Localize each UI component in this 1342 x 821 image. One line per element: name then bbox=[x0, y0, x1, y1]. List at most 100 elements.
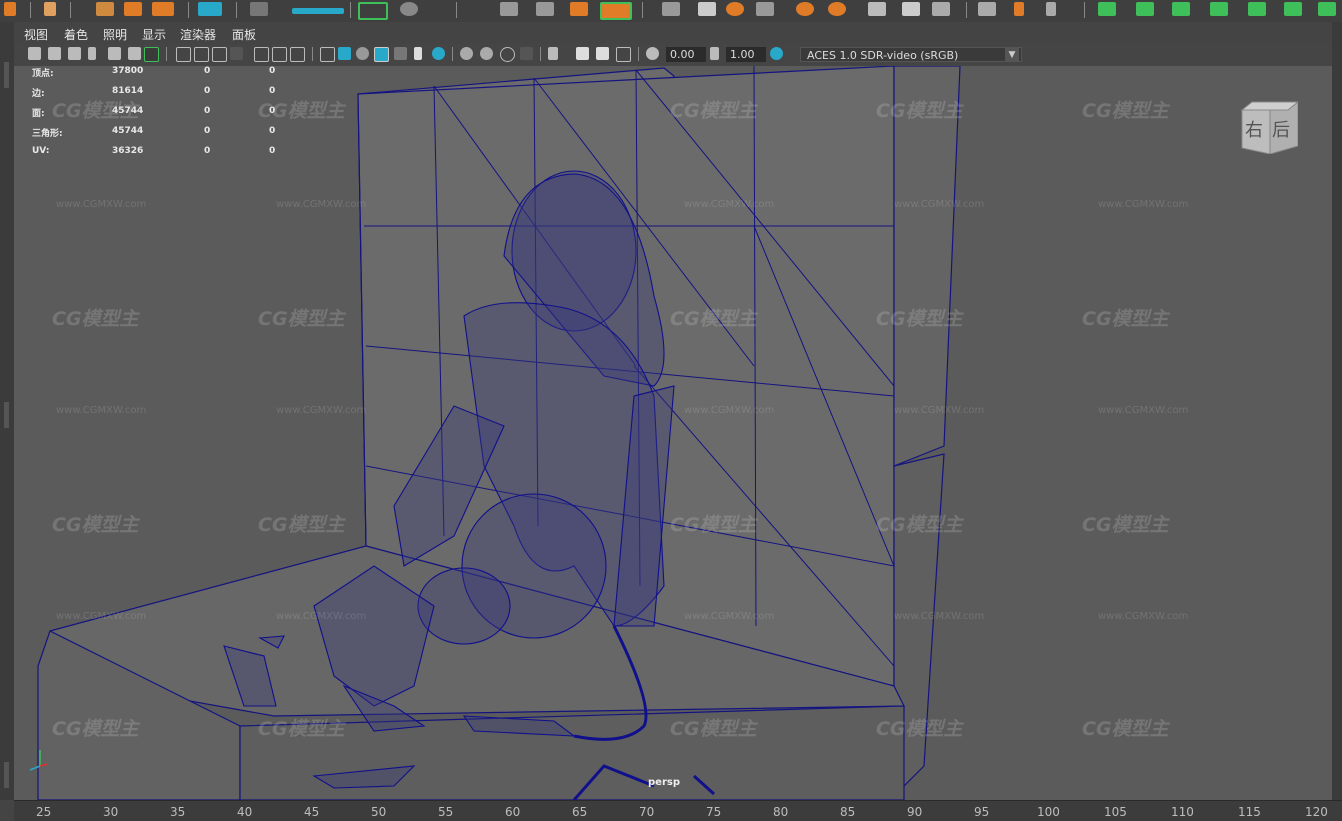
strip-handle[interactable] bbox=[4, 62, 9, 88]
resolution-gate-icon[interactable] bbox=[212, 47, 227, 62]
right-scroll-strip[interactable] bbox=[1332, 22, 1342, 800]
shelf-tool-icon[interactable] bbox=[1284, 2, 1302, 16]
separator bbox=[452, 47, 453, 61]
wireframe-icon[interactable] bbox=[320, 47, 335, 62]
exposure-icon[interactable] bbox=[646, 47, 659, 60]
shelf-tool-icon[interactable] bbox=[124, 2, 142, 16]
image-plane-icon[interactable] bbox=[88, 47, 96, 60]
shelf-tool-icon[interactable] bbox=[902, 2, 920, 16]
shelf-tool-icon[interactable] bbox=[1136, 2, 1154, 16]
shelf-tool-icon[interactable] bbox=[796, 2, 814, 16]
view-cube-back-label[interactable]: 后 bbox=[1272, 116, 1290, 142]
watermark-logo: CG模型主 bbox=[670, 308, 757, 330]
shelf-tool-icon[interactable] bbox=[868, 2, 886, 16]
menu-lighting[interactable]: 照明 bbox=[103, 26, 127, 43]
exposure-field[interactable]: 0.00 bbox=[666, 47, 706, 62]
watermark-logo: CG模型主 bbox=[1082, 100, 1169, 122]
shelf-tool-icon[interactable] bbox=[726, 2, 744, 16]
strip-handle[interactable] bbox=[4, 762, 9, 788]
isolate-select-icon[interactable] bbox=[548, 47, 558, 60]
shelf-tool-icon[interactable] bbox=[1046, 2, 1056, 16]
anti-aliasing-icon[interactable] bbox=[500, 47, 515, 62]
grid-icon[interactable] bbox=[176, 47, 191, 62]
shelf-tool-icon[interactable] bbox=[536, 2, 554, 16]
use-all-lights-icon[interactable] bbox=[414, 47, 422, 60]
shelf-tool-icon[interactable] bbox=[44, 2, 56, 16]
shelf-tool-icon[interactable] bbox=[570, 2, 588, 16]
menu-show[interactable]: 显示 bbox=[142, 26, 166, 43]
shelf-tool-icon[interactable] bbox=[1172, 2, 1190, 16]
watermark-url: www.CGMXW.com bbox=[894, 199, 985, 210]
shelf-tool-icon[interactable] bbox=[1098, 2, 1116, 16]
safe-title-icon[interactable] bbox=[290, 47, 305, 62]
shelf-tool-icon[interactable] bbox=[662, 2, 680, 16]
gate-mask-icon[interactable] bbox=[230, 47, 243, 60]
hud-value: 0 bbox=[269, 66, 276, 76]
shelf-tool-icon[interactable] bbox=[96, 2, 114, 16]
view-cube-right-label[interactable]: 右 bbox=[1245, 116, 1263, 142]
watermark-logo: CG模型主 bbox=[876, 100, 963, 122]
perspective-viewport[interactable]: CG模型主 CG模型主 CG模型主 CG模型主 CG模型主 CG模型主 CG模型… bbox=[14, 66, 1332, 800]
view-cube[interactable]: 右 后 bbox=[1240, 100, 1300, 155]
shelf-tool-icon[interactable] bbox=[932, 2, 950, 16]
shelf-tool-icon[interactable] bbox=[828, 2, 846, 16]
frame-tick-label: 105 bbox=[1104, 805, 1127, 819]
textured-icon[interactable] bbox=[394, 47, 407, 60]
gamma-field[interactable]: 1.00 bbox=[726, 47, 766, 62]
shelf-tool-icon[interactable] bbox=[198, 2, 222, 16]
xray-icon[interactable] bbox=[576, 47, 589, 60]
watermark-url: www.CGMXW.com bbox=[1098, 199, 1189, 210]
shelf-tool-icon[interactable] bbox=[292, 8, 344, 14]
gamma-icon[interactable] bbox=[710, 47, 719, 60]
camera-name-label: persp bbox=[648, 777, 680, 788]
menu-view[interactable]: 视图 bbox=[24, 26, 48, 43]
shelf-tool-icon[interactable] bbox=[152, 2, 174, 16]
menu-panels[interactable]: 面板 bbox=[232, 26, 256, 43]
backface-culling-icon[interactable] bbox=[616, 47, 631, 62]
shelf-tool-icon[interactable] bbox=[756, 2, 774, 16]
shelf-tool-icon[interactable] bbox=[500, 2, 518, 16]
shelf-tool-icon[interactable] bbox=[358, 2, 388, 20]
hud-label: 边: bbox=[32, 89, 45, 99]
chevron-down-icon[interactable]: ▼ bbox=[1005, 48, 1019, 61]
wireframe-on-shaded-icon[interactable] bbox=[374, 47, 389, 62]
shelf-tool-icon[interactable] bbox=[600, 2, 632, 20]
hud-value: 0 bbox=[269, 126, 276, 136]
watermark-url: www.CGMXW.com bbox=[276, 405, 367, 416]
color-management-icon[interactable] bbox=[770, 47, 783, 60]
strip-handle[interactable] bbox=[4, 402, 9, 428]
watermark-logo: CG模型主 bbox=[670, 514, 757, 536]
frame-tick-label: 115 bbox=[1238, 805, 1261, 819]
default-material-icon[interactable] bbox=[356, 47, 369, 60]
shelf-tool-icon[interactable] bbox=[1248, 2, 1266, 16]
menu-shading[interactable]: 着色 bbox=[64, 26, 88, 43]
frame-tick-label: 90 bbox=[907, 805, 923, 819]
shadows-icon[interactable] bbox=[432, 47, 445, 60]
smooth-shade-icon[interactable] bbox=[338, 47, 351, 60]
camera-attributes-icon[interactable] bbox=[48, 47, 61, 60]
shelf-tool-icon[interactable] bbox=[1318, 2, 1336, 16]
time-slider[interactable]: 25 30 35 40 45 50 55 60 65 70 75 80 85 9… bbox=[14, 800, 1342, 821]
menu-renderer[interactable]: 渲染器 bbox=[180, 26, 216, 43]
screen-space-ao-icon[interactable] bbox=[460, 47, 473, 60]
camera-select-icon[interactable] bbox=[28, 47, 41, 60]
shelf-tool-icon[interactable] bbox=[1210, 2, 1228, 16]
depth-of-field-icon[interactable] bbox=[520, 47, 533, 60]
frame-tick-label: 120 bbox=[1305, 805, 1328, 819]
film-gate-icon[interactable] bbox=[194, 47, 209, 62]
grease-pencil-icon[interactable] bbox=[128, 47, 141, 60]
color-space-select[interactable]: ACES 1.0 SDR-video (sRGB) ▼ bbox=[800, 47, 1022, 62]
shelf-tool-icon[interactable] bbox=[400, 2, 418, 16]
pencil-icon[interactable] bbox=[144, 47, 159, 62]
motion-blur-icon[interactable] bbox=[480, 47, 493, 60]
shelf-tool-icon[interactable] bbox=[698, 2, 716, 16]
safe-action-icon[interactable] bbox=[272, 47, 287, 62]
shelf-tool-icon[interactable] bbox=[978, 2, 996, 16]
2d-pan-icon[interactable] bbox=[108, 47, 121, 60]
xray-joints-icon[interactable] bbox=[596, 47, 609, 60]
shelf-tool-icon[interactable] bbox=[1014, 2, 1024, 16]
bookmark-icon[interactable] bbox=[68, 47, 81, 60]
field-chart-icon[interactable] bbox=[254, 47, 269, 62]
shelf-tool-icon[interactable] bbox=[4, 2, 16, 16]
shelf-tool-icon[interactable] bbox=[250, 2, 268, 16]
